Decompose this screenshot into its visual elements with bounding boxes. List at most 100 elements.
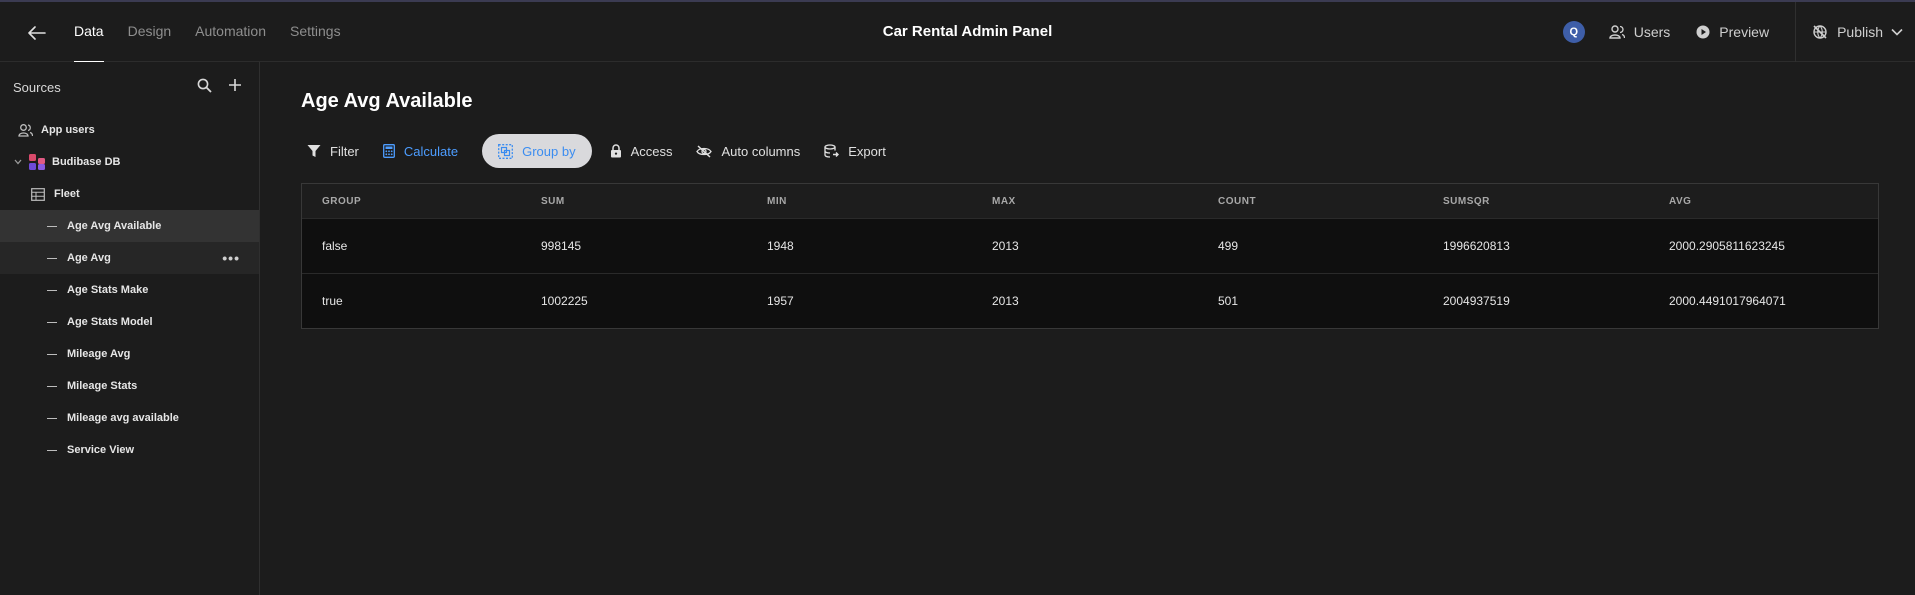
auto-columns-button[interactable]: Auto columns [696,134,800,168]
back-arrow-icon[interactable] [24,20,50,46]
view-dash-icon [47,257,57,259]
column-header-max[interactable]: MAX [972,184,1198,218]
table-cell[interactable]: 2004937519 [1423,274,1649,328]
grid-header-row: GROUP SUM MIN MAX COUNT SUMSQR AVG [302,184,1878,218]
table-cell[interactable]: 2013 [972,219,1198,273]
top-right-actions: Q Users Preview Publish [1562,2,1915,62]
table-row[interactable]: false 998145 1948 2013 499 1996620813 20… [302,218,1878,273]
preview-button[interactable]: Preview [1696,24,1769,40]
sidebar-item-label: Mileage avg available [67,412,179,424]
sidebar-item-age-stats-model[interactable]: Age Stats Model [0,306,259,338]
page-title: Age Avg Available [301,90,473,112]
export-label: Export [848,143,886,159]
table-cell[interactable]: 1996620813 [1423,219,1649,273]
column-header-sumsqr[interactable]: SUMSQR [1423,184,1649,218]
calculator-icon [382,144,395,158]
export-database-icon [824,143,840,159]
table-cell[interactable]: 501 [1198,274,1423,328]
table-cell[interactable]: false [302,219,521,273]
column-header-group[interactable]: GROUP [302,184,521,218]
table-cell[interactable]: 2013 [972,274,1198,328]
budibase-logo-icon [29,154,45,170]
calculate-button[interactable]: Calculate [382,134,459,168]
sidebar-item-label: Age Stats Model [67,316,153,328]
filter-label: Filter [330,143,359,159]
sidebar-item-fleet[interactable]: Fleet [0,178,259,210]
users-icon [18,123,33,137]
table-cell[interactable]: 1002225 [521,274,747,328]
sources-tree: App users Budibase DB Fleet Age Avg Avai… [0,114,259,466]
sidebar-item-label: Age Avg Available [67,220,162,232]
avatar[interactable]: Q [1562,21,1585,43]
play-circle-icon [1696,25,1710,39]
column-header-sum[interactable]: SUM [521,184,747,218]
publish-button[interactable]: Publish [1812,24,1883,40]
sidebar-item-mileage-avg-available[interactable]: Mileage avg available [0,402,259,434]
tab-data[interactable]: Data [74,2,104,63]
filter-icon [307,144,321,158]
table-cell[interactable]: 2000.4491017964071 [1649,274,1878,328]
tab-settings[interactable]: Settings [290,2,341,62]
filter-button[interactable]: Filter [307,134,359,168]
group-by-button[interactable]: Group by [482,134,592,168]
column-header-avg[interactable]: AVG [1649,184,1878,218]
users-icon [1609,25,1625,39]
auto-columns-label: Auto columns [721,143,801,159]
access-label: Access [630,143,673,159]
group-by-label: Group by [522,143,576,159]
table-icon [31,187,45,201]
sidebar-item-label: Fleet [54,188,80,200]
view-dash-icon [47,321,57,323]
view-toolbar: Filter Calculate Group by Access Auto co… [301,134,910,168]
more-options-icon[interactable]: ••• [222,250,240,266]
table-row[interactable]: true 1002225 1957 2013 501 2004937519 20… [302,273,1878,328]
lock-icon [610,144,622,158]
sidebar-item-age-avg-available[interactable]: Age Avg Available [0,210,259,242]
view-dash-icon [47,417,57,419]
tab-automation[interactable]: Automation [195,2,266,62]
view-dash-icon [47,289,57,291]
main-content: Age Avg Available Filter Calculate Group… [261,62,1915,595]
chevron-down-icon[interactable] [1891,28,1903,36]
sidebar-item-app-users[interactable]: App users [0,114,259,146]
view-dash-icon [47,385,57,387]
publish-section: Publish [1795,2,1915,62]
sidebar-item-mileage-stats[interactable]: Mileage Stats [0,370,259,402]
table-cell[interactable]: true [302,274,521,328]
unpublished-globe-icon [1812,24,1828,40]
export-button[interactable]: Export [824,134,886,168]
sidebar-item-label: Budibase DB [52,156,121,168]
table-cell[interactable]: 1948 [747,219,972,273]
publish-label: Publish [1837,24,1883,40]
add-icon[interactable] [228,78,242,92]
users-button[interactable]: Users [1609,24,1671,40]
top-bar: Data Design Automation Settings Car Rent… [0,0,1915,63]
sources-heading: Sources [13,80,61,95]
column-header-count[interactable]: COUNT [1198,184,1423,218]
users-label: Users [1633,24,1671,40]
access-button[interactable]: Access [610,134,673,168]
view-dash-icon [47,225,57,227]
table-cell[interactable]: 998145 [521,219,747,273]
view-dash-icon [47,449,57,451]
sidebar: Sources App users Budibase DB Fleet Age … [0,62,260,595]
group-icon [498,143,514,159]
chevron-down-icon[interactable] [14,159,22,165]
sidebar-item-age-stats-make[interactable]: Age Stats Make [0,274,259,306]
sidebar-item-mileage-avg[interactable]: Mileage Avg [0,338,259,370]
sidebar-item-label: App users [41,124,95,136]
view-dash-icon [47,353,57,355]
search-icon[interactable] [197,78,212,93]
sidebar-item-budibase-db[interactable]: Budibase DB [0,146,259,178]
table-cell[interactable]: 499 [1198,219,1423,273]
tab-design[interactable]: Design [128,2,172,62]
column-header-min[interactable]: MIN [747,184,972,218]
sidebar-item-label: Age Avg [67,252,111,264]
nav-tabs: Data Design Automation Settings [74,2,365,63]
calculate-label: Calculate [403,143,459,159]
sidebar-item-service-view[interactable]: Service View [0,434,259,466]
eye-off-icon [696,144,713,158]
sidebar-item-age-avg[interactable]: Age Avg ••• [0,242,259,274]
table-cell[interactable]: 2000.2905811623245 [1649,219,1878,273]
table-cell[interactable]: 1957 [747,274,972,328]
